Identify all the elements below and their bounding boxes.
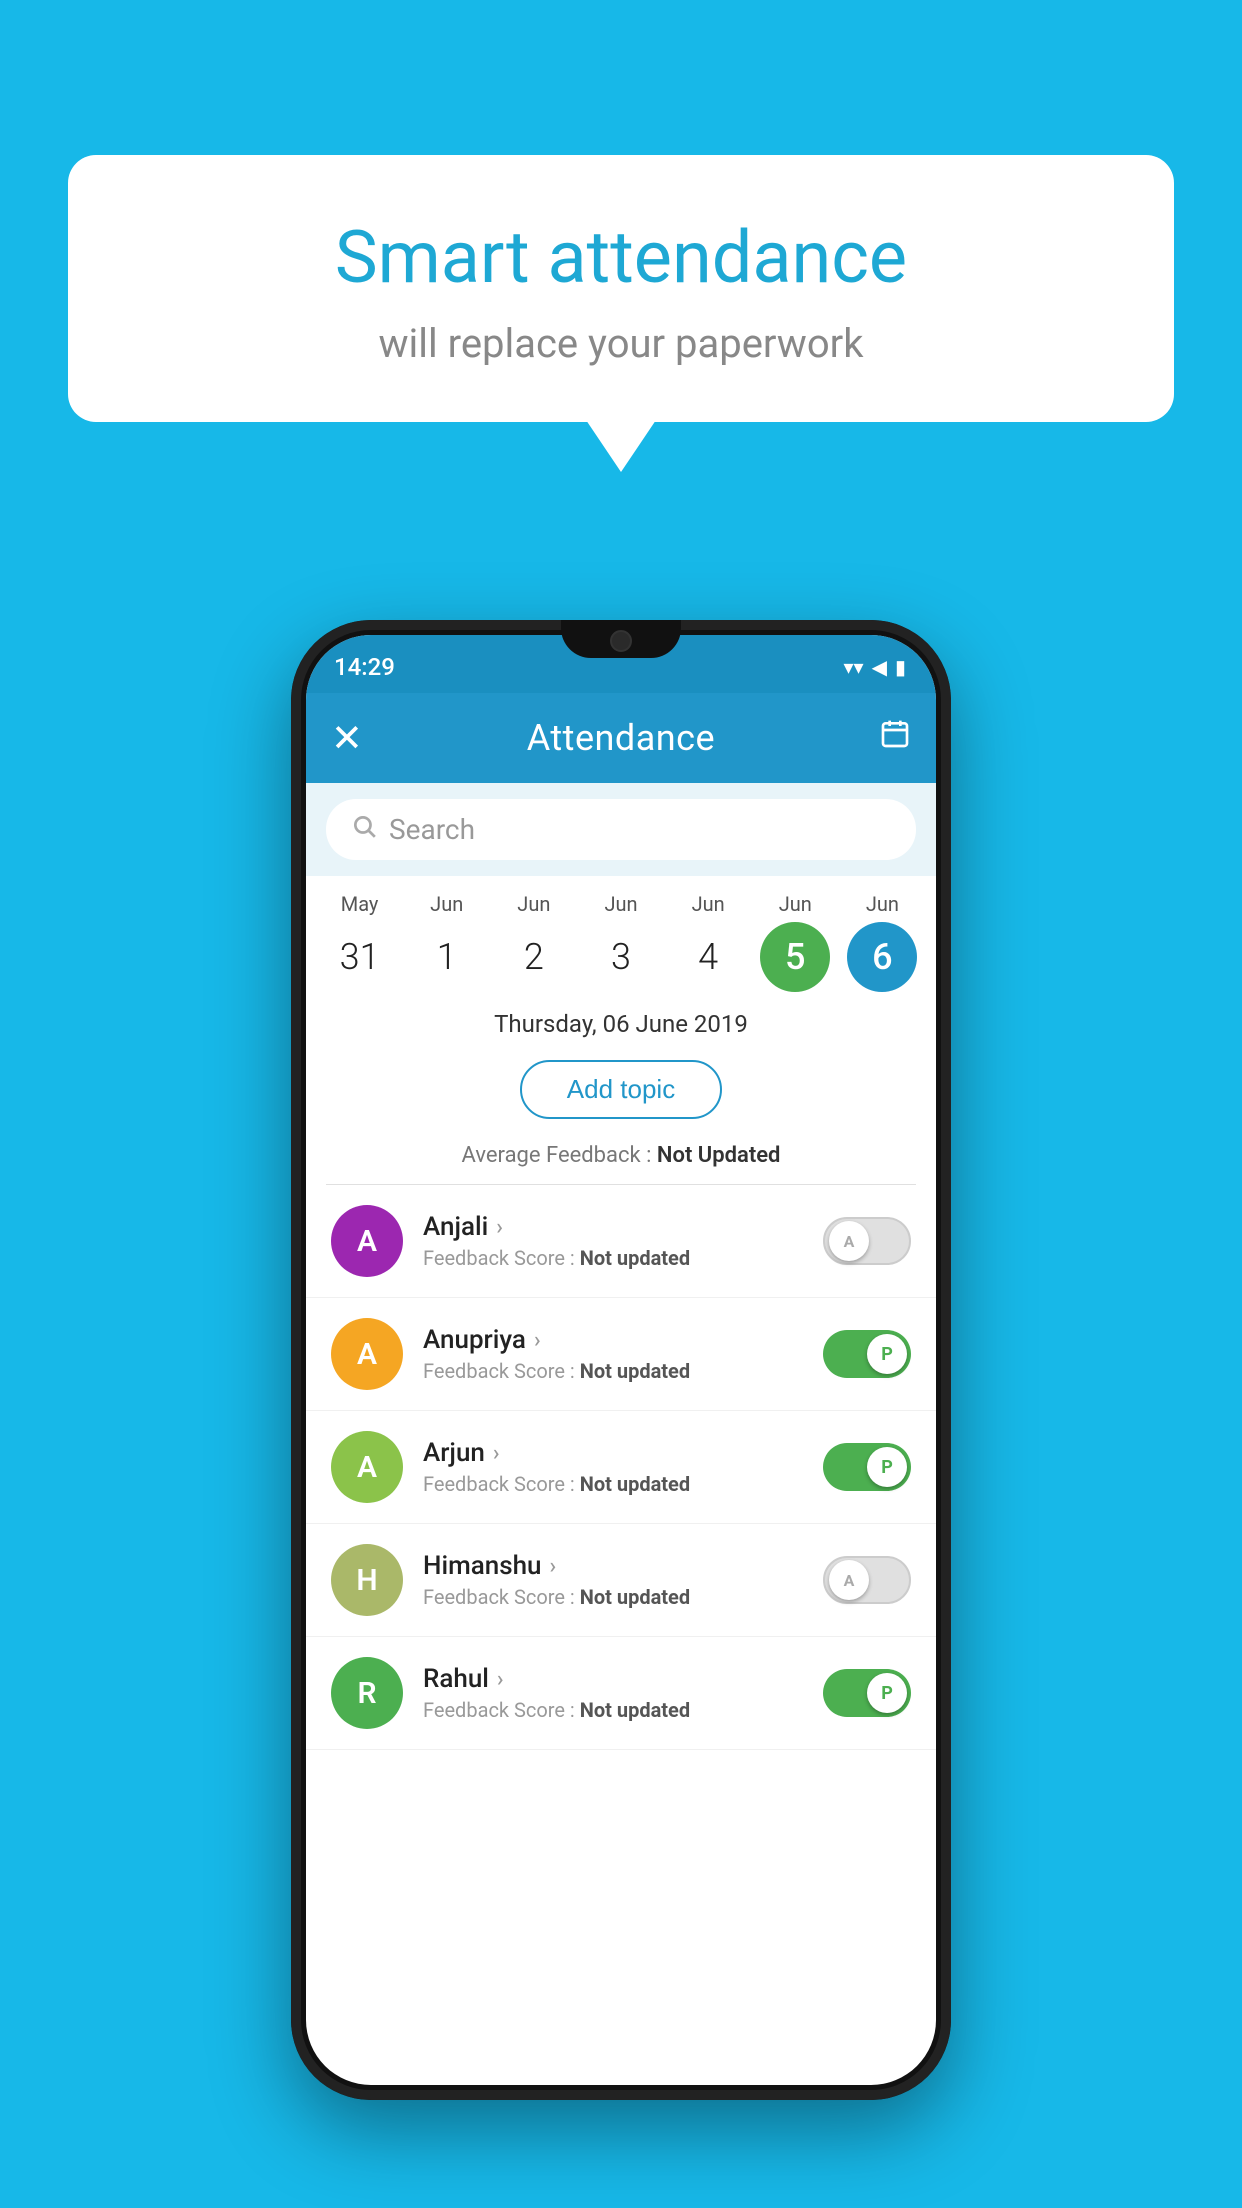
student-feedback: Feedback Score : Not updated (423, 1359, 823, 1383)
phone-screen: 14:29 ▾▾ ◀ ▮ ✕ Attendance (306, 635, 936, 2085)
phone-frame: 14:29 ▾▾ ◀ ▮ ✕ Attendance (291, 620, 951, 2100)
date-day-number[interactable]: 3 (586, 922, 656, 992)
date-month-label: Jun (490, 892, 577, 916)
battery-icon: ▮ (895, 655, 906, 679)
date-day-number[interactable]: 6 (847, 922, 917, 992)
date-day-number[interactable]: 31 (325, 922, 395, 992)
avg-feedback-value: Not Updated (657, 1143, 781, 1168)
student-name: Himanshu › (423, 1551, 823, 1581)
date-column[interactable]: Jun 3 (577, 892, 664, 992)
student-item[interactable]: A Anupriya › Feedback Score : Not updatedP (306, 1298, 936, 1411)
student-feedback: Feedback Score : Not updated (423, 1585, 823, 1609)
student-feedback: Feedback Score : Not updated (423, 1472, 823, 1496)
search-bar: Search (306, 783, 936, 876)
student-feedback: Feedback Score : Not updated (423, 1246, 823, 1270)
app-bar-title: Attendance (527, 717, 715, 759)
date-month-label: Jun (839, 892, 926, 916)
chevron-right-icon: › (550, 1554, 557, 1579)
volume-up-button (291, 980, 293, 1060)
student-avatar: H (331, 1544, 403, 1616)
speech-bubble: Smart attendance will replace your paper… (68, 155, 1174, 422)
add-topic-container: Add topic (306, 1044, 936, 1135)
status-icons: ▾▾ ◀ ▮ (844, 655, 906, 679)
add-topic-button[interactable]: Add topic (520, 1060, 722, 1119)
student-info: Himanshu › Feedback Score : Not updated (423, 1551, 823, 1609)
search-input-container[interactable]: Search (326, 799, 916, 860)
date-column[interactable]: Jun 5 (752, 892, 839, 992)
chevron-right-icon: › (493, 1441, 500, 1466)
selected-date-info: Thursday, 06 June 2019 (306, 992, 936, 1044)
student-avatar: R (331, 1657, 403, 1729)
attendance-toggle[interactable]: P (823, 1443, 911, 1491)
attendance-toggle[interactable]: A (823, 1217, 911, 1265)
date-column[interactable]: May 31 (316, 892, 403, 992)
date-day-number[interactable]: 1 (412, 922, 482, 992)
date-month-label: Jun (403, 892, 490, 916)
app-bar: ✕ Attendance (306, 693, 936, 783)
date-column[interactable]: Jun 6 (839, 892, 926, 992)
student-feedback: Feedback Score : Not updated (423, 1698, 823, 1722)
student-name: Arjun › (423, 1438, 823, 1468)
close-button[interactable]: ✕ (331, 716, 363, 761)
volume-silent-button (291, 890, 293, 950)
power-button (949, 970, 951, 1050)
search-icon (351, 813, 377, 846)
volume-down-button (291, 1090, 293, 1170)
student-item[interactable]: A Arjun › Feedback Score : Not updatedP (306, 1411, 936, 1524)
student-info: Anjali › Feedback Score : Not updated (423, 1212, 823, 1270)
calendar-button[interactable] (879, 718, 911, 758)
speech-bubble-container: Smart attendance will replace your paper… (68, 155, 1174, 422)
speech-bubble-subtitle: will replace your paperwork (118, 320, 1124, 367)
student-name: Anjali › (423, 1212, 823, 1242)
date-day-number[interactable]: 5 (760, 922, 830, 992)
student-info: Arjun › Feedback Score : Not updated (423, 1438, 823, 1496)
student-avatar: A (331, 1205, 403, 1277)
student-info: Rahul › Feedback Score : Not updated (423, 1664, 823, 1722)
date-month-label: Jun (752, 892, 839, 916)
student-avatar: A (331, 1318, 403, 1390)
date-month-label: May (316, 892, 403, 916)
student-item[interactable]: AAnjali ›Feedback Score : Not updatedA (306, 1185, 936, 1298)
status-time: 14:29 (334, 653, 395, 681)
attendance-toggle[interactable]: A (823, 1556, 911, 1604)
attendance-toggle[interactable]: P (823, 1669, 911, 1717)
phone-notch (561, 620, 681, 658)
avg-feedback-label: Average Feedback : (462, 1143, 657, 1168)
student-name: Anupriya › (423, 1325, 823, 1355)
date-strip: May 31 Jun 1 Jun 2 Jun 3 Jun 4 Jun 5 Jun 6 (306, 876, 936, 992)
average-feedback: Average Feedback : Not Updated (306, 1135, 936, 1184)
student-name: Rahul › (423, 1664, 823, 1694)
search-placeholder: Search (389, 813, 475, 846)
student-info: Anupriya › Feedback Score : Not updated (423, 1325, 823, 1383)
attendance-toggle[interactable]: P (823, 1330, 911, 1378)
date-day-number[interactable]: 2 (499, 922, 569, 992)
selected-date-text: Thursday, 06 June 2019 (494, 1010, 748, 1038)
phone-wrapper: 14:29 ▾▾ ◀ ▮ ✕ Attendance (291, 620, 951, 2100)
date-column[interactable]: Jun 4 (665, 892, 752, 992)
date-column[interactable]: Jun 2 (490, 892, 577, 992)
wifi-icon: ▾▾ (844, 655, 864, 679)
student-avatar: A (331, 1431, 403, 1503)
student-item[interactable]: H Himanshu › Feedback Score : Not updatedA (306, 1524, 936, 1637)
student-list: AAnjali ›Feedback Score : Not updatedAAA… (306, 1185, 936, 1750)
date-month-label: Jun (665, 892, 752, 916)
date-day-number[interactable]: 4 (673, 922, 743, 992)
chevron-right-icon: › (496, 1215, 503, 1240)
chevron-right-icon: › (534, 1328, 541, 1353)
student-item[interactable]: R Rahul › Feedback Score : Not updatedP (306, 1637, 936, 1750)
chevron-right-icon: › (497, 1667, 504, 1692)
speech-bubble-title: Smart attendance (118, 215, 1124, 300)
front-camera (610, 630, 632, 652)
signal-icon: ◀ (872, 655, 887, 679)
date-month-label: Jun (577, 892, 664, 916)
date-column[interactable]: Jun 1 (403, 892, 490, 992)
